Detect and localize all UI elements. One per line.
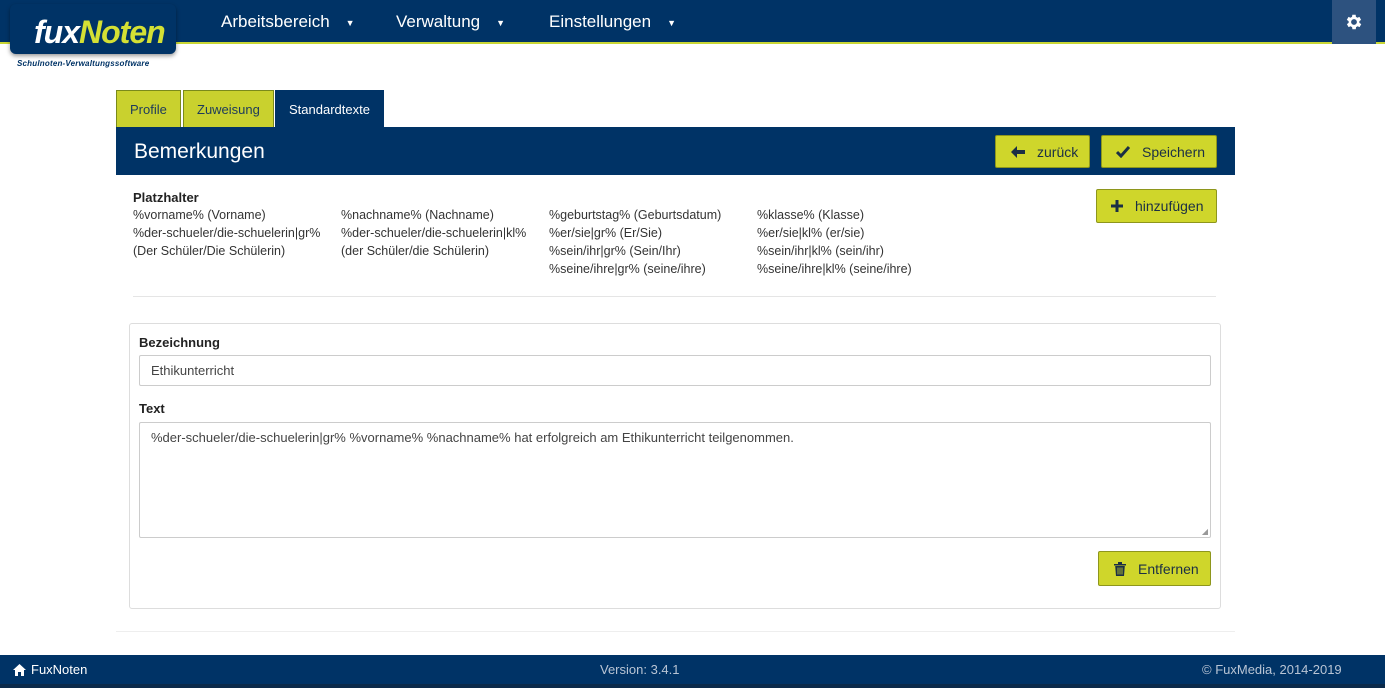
remove-button-label: Entfernen [1138,560,1199,577]
brand-logo[interactable]: fuxNoten [10,4,176,54]
nav-arbeitsbereich-label: Arbeitsbereich [221,12,330,31]
placeholder-item: %vorname% (Vorname) [133,208,266,222]
bezeichnung-input[interactable]: Ethikunterricht [139,355,1211,386]
plus-icon [1111,200,1123,212]
page-title: Bemerkungen [134,140,265,163]
section-divider [133,296,1216,297]
footer-home-link[interactable]: FuxNoten [13,662,87,677]
add-button-label: hinzufügen [1135,198,1204,214]
tab-zuweisung[interactable]: Zuweisung [183,90,274,127]
placeholder-item: %sein/ihr|kl% (sein/ihr) [757,244,884,258]
placeholder-column-3: %geburtstag% (Geburtsdatum) %er/sie|gr% … [549,206,739,278]
placeholder-column-2: %nachname% (Nachname) %der-schueler/die-… [341,206,531,260]
caret-down-icon: ▼ [345,17,355,28]
placeholder-item: %sein/ihr|gr% (Sein/Ihr) [549,244,681,258]
nav-verwaltung-label: Verwaltung [396,12,481,31]
placeholder-column-4: %klasse% (Klasse) %er/sie|kl% (er/sie) %… [757,206,947,278]
placeholder-item: %geburtstag% (Geburtsdatum) [549,208,722,222]
add-button[interactable]: hinzufügen [1096,189,1217,223]
brand-tagline: Schulnoten-Verwaltungssoftware [17,59,150,68]
footer-strip [0,684,1385,688]
top-navbar: Arbeitsbereich ▼ Verwaltung ▼ Einstellunge… [0,0,1385,44]
footer-home-label: FuxNoten [31,662,88,677]
nav-einstellungen-label: Einstellungen [549,12,652,31]
text-label: Text [139,401,165,416]
placeholder-item: %der-schueler/die-schuelerin|gr% (Der Sc… [133,226,321,258]
trash-icon [1114,561,1126,576]
placeholder-heading: Platzhalter [133,190,199,205]
save-button-label: Speichern [1142,143,1206,160]
check-icon [1116,145,1130,158]
placeholder-item: %klasse% (Klasse) [757,208,864,222]
content-bottom-divider [116,631,1235,632]
placeholder-item: %nachname% (Nachname) [341,208,494,222]
text-textarea-value: %der-schueler/die-schuelerin|gr% %vornam… [151,430,794,445]
placeholder-item: %der-schueler/die-schuelerin|kl% (der Sc… [341,226,527,258]
text-textarea[interactable]: %der-schueler/die-schuelerin|gr% %vornam… [139,422,1211,538]
placeholder-column-1: %vorname% (Vorname) %der-schueler/die-sc… [133,206,323,260]
nav-arbeitsbereich[interactable]: Arbeitsbereich ▼ [221,0,355,44]
footer-copyright: © FuxMedia, 2014-2019 [1202,662,1342,677]
placeholder-item: %er/sie|gr% (Er/Sie) [549,226,662,240]
footer-version: Version: 3.4.1 [600,662,680,677]
gear-icon [1346,14,1362,30]
home-icon [13,663,26,676]
bezeichnung-label: Bezeichnung [139,335,220,350]
remove-button[interactable]: Entfernen [1098,551,1211,586]
settings-button[interactable] [1332,0,1376,44]
brand-wordmark: fuxNoten [34,14,166,50]
arrow-left-icon [1011,145,1025,158]
caret-down-icon: ▼ [667,17,676,28]
nav-einstellungen[interactable]: Einstellungen ▼ [549,0,676,44]
back-button-label: zurück [1037,143,1079,160]
placeholder-item: %er/sie|kl% (er/sie) [757,226,865,240]
tab-standardtexte[interactable]: Standardtexte [275,90,384,127]
back-button[interactable]: zurück [995,135,1090,168]
placeholder-item: %seine/ihre|kl% (seine/ihre) [757,262,912,276]
save-button[interactable]: Speichern [1101,135,1217,168]
placeholder-item: %seine/ihre|gr% (seine/ihre) [549,262,706,276]
nav-verwaltung[interactable]: Verwaltung ▼ [396,0,505,44]
resize-handle-icon[interactable]: ◢ [1202,527,1208,536]
caret-down-icon: ▼ [496,17,506,28]
tab-profile[interactable]: Profile [116,90,181,127]
